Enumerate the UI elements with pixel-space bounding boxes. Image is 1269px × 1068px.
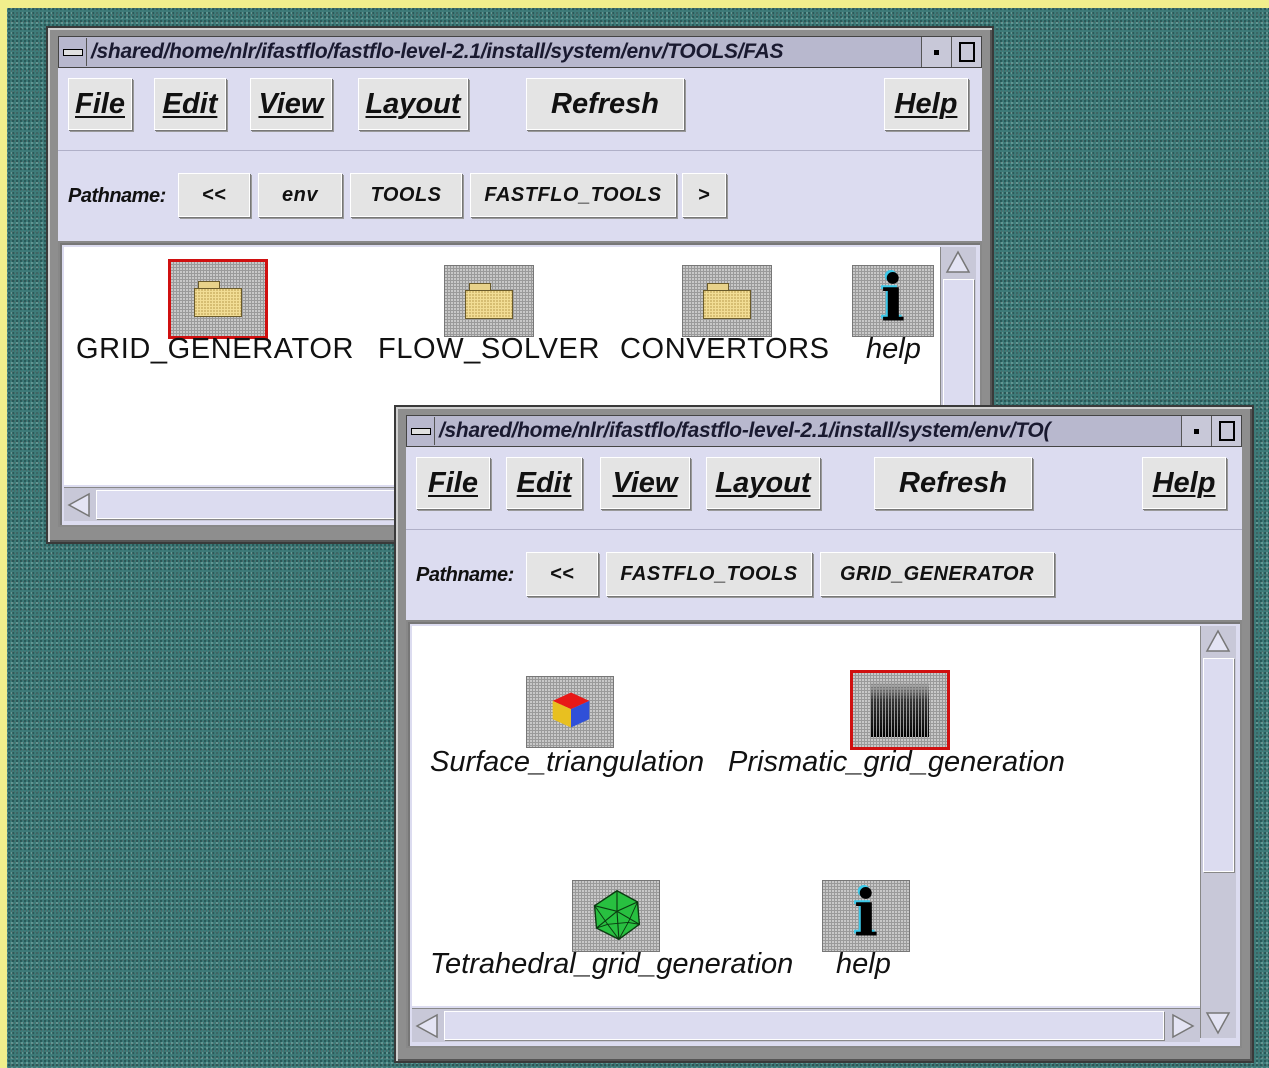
refresh-button[interactable]: Refresh <box>874 457 1032 509</box>
item-label: FLOW_SOLVER <box>378 333 601 365</box>
item-label: GRID_GENERATOR <box>76 333 355 365</box>
path-back-button[interactable]: << <box>526 552 598 596</box>
maximize-icon[interactable] <box>1211 416 1241 446</box>
icon-view-pane: Surface_triangulation Prismatic_grid_gen… <box>406 620 1242 1048</box>
item-label: Surface_triangulation <box>430 746 705 778</box>
file-menu-button[interactable]: File <box>416 457 490 509</box>
colored-cube-icon <box>526 676 614 748</box>
view-menu-button[interactable]: View <box>600 457 690 509</box>
window-menu-icon[interactable] <box>59 38 87 66</box>
pathname-label: Pathname: <box>416 564 514 586</box>
window-title: /shared/home/nlr/ifastflo/fastflo-level-… <box>91 40 784 63</box>
edit-menu-button[interactable]: Edit <box>506 457 582 509</box>
info-icon: i <box>852 265 934 337</box>
item-label: Prismatic_grid_generation <box>728 746 1065 778</box>
path-segment-grid-generator[interactable]: GRID_GENERATOR <box>820 552 1054 596</box>
file-manager-window-grid-generator[interactable]: /shared/home/nlr/ifastflo/fastflo-level-… <box>394 405 1254 1063</box>
horizontal-scrollbar[interactable] <box>412 1008 1200 1042</box>
maximize-icon[interactable] <box>951 37 981 67</box>
path-segment-fastflo-tools[interactable]: FASTFLO_TOOLS <box>470 173 676 217</box>
desktop-frame-top <box>0 0 1269 8</box>
refresh-button[interactable]: Refresh <box>526 78 684 130</box>
scroll-up-arrow-icon[interactable] <box>1205 628 1231 654</box>
path-segment-env[interactable]: env <box>258 173 342 217</box>
window-title-bar[interactable]: /shared/home/nlr/ifastflo/fastflo-level-… <box>58 36 982 68</box>
item-label: Tetrahedral_grid_generation <box>430 948 794 980</box>
help-menu-button[interactable]: Help <box>884 78 968 130</box>
menu-bar: File Edit View Layout Refresh Help <box>406 447 1242 530</box>
view-menu-button[interactable]: View <box>250 78 332 130</box>
path-segment-fastflo-tools[interactable]: FASTFLO_TOOLS <box>606 552 812 596</box>
path-bar: Pathname: << FASTFLO_TOOLS GRID_GENERATO… <box>406 530 1242 620</box>
window-menu-icon[interactable] <box>407 417 435 445</box>
scroll-right-arrow-icon[interactable] <box>1170 1013 1196 1039</box>
horizontal-scroll-thumb[interactable] <box>444 1011 1164 1040</box>
minimize-icon[interactable] <box>921 37 951 67</box>
folder-icon <box>682 265 772 337</box>
help-menu-button[interactable]: Help <box>1142 457 1226 509</box>
item-label: help <box>836 948 891 980</box>
folder-icon <box>168 259 268 339</box>
vertical-scrollbar[interactable] <box>1200 626 1236 1038</box>
menu-bar: File Edit View Layout Refresh Help <box>58 68 982 151</box>
pathname-label: Pathname: <box>68 185 166 207</box>
layout-menu-button[interactable]: Layout <box>358 78 468 130</box>
info-icon: i <box>822 880 910 952</box>
window-title-bar[interactable]: /shared/home/nlr/ifastflo/fastflo-level-… <box>406 415 1242 447</box>
path-back-button[interactable]: << <box>178 173 250 217</box>
path-bar: Pathname: << env TOOLS FASTFLO_TOOLS > <box>58 151 982 241</box>
minimize-icon[interactable] <box>1181 416 1211 446</box>
scroll-down-arrow-icon[interactable] <box>1205 1010 1231 1036</box>
prismatic-grid-icon <box>850 670 950 750</box>
window-title: /shared/home/nlr/ifastflo/fastflo-level-… <box>439 419 1051 442</box>
scroll-left-arrow-icon[interactable] <box>414 1013 440 1039</box>
vertical-scroll-thumb[interactable] <box>1203 658 1234 872</box>
scroll-left-arrow-icon[interactable] <box>66 492 92 518</box>
desktop-frame-left <box>0 0 7 1068</box>
path-forward-button[interactable]: > <box>682 173 726 217</box>
item-label: help <box>866 333 921 365</box>
item-label: CONVERTORS <box>620 333 830 365</box>
layout-menu-button[interactable]: Layout <box>706 457 820 509</box>
icon-view-area[interactable]: Surface_triangulation Prismatic_grid_gen… <box>412 626 1200 1006</box>
edit-menu-button[interactable]: Edit <box>154 78 226 130</box>
path-segment-tools[interactable]: TOOLS <box>350 173 462 217</box>
green-polyhedron-icon <box>572 880 660 952</box>
scroll-up-arrow-icon[interactable] <box>945 249 971 275</box>
file-menu-button[interactable]: File <box>68 78 132 130</box>
folder-icon <box>444 265 534 337</box>
